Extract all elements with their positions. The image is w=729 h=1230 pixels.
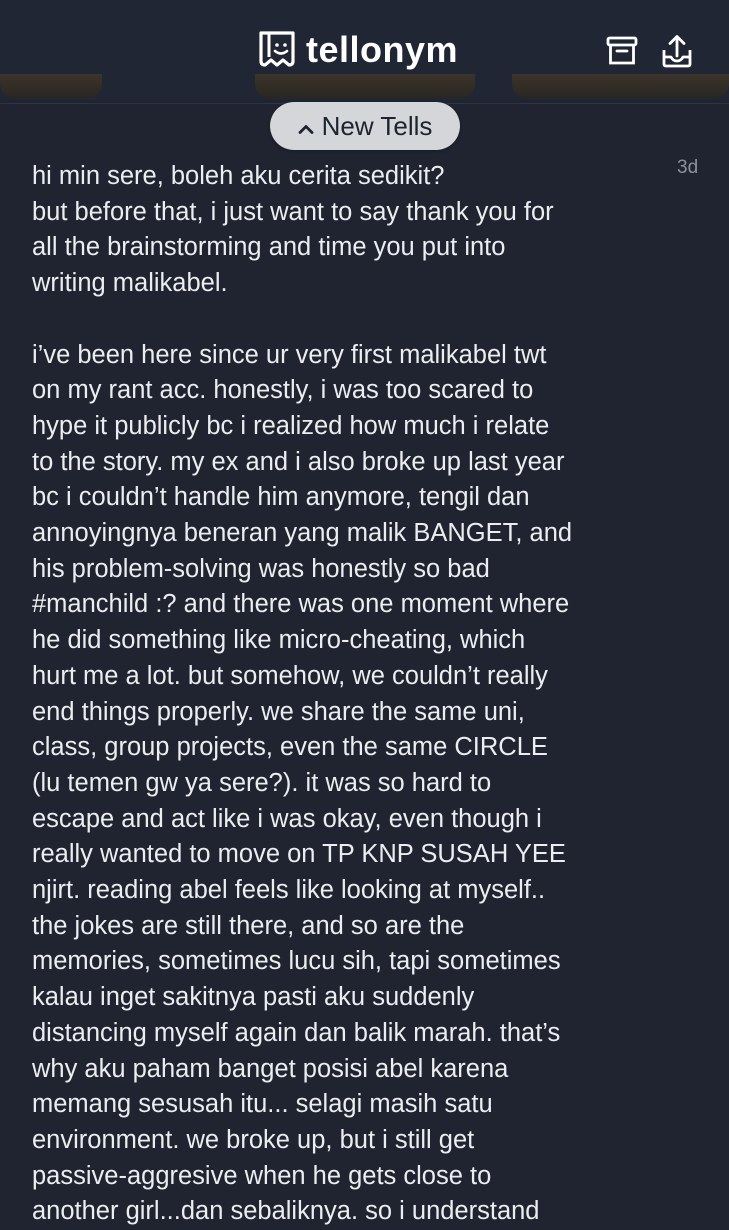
message-line: hi min sere, boleh aku cerita sedikit? [32,159,672,195]
message-line: environment. we broke up, but i still ge… [32,1123,672,1159]
tell-message[interactable]: hi min sere, boleh aku cerita sedikit?bu… [32,159,672,1230]
new-tells-button[interactable]: New Tells [270,102,460,150]
message-line: on my rant acc. honestly, i was too scar… [32,373,672,409]
archive-box-icon[interactable] [606,36,638,71]
message-line: the jokes are still there, and so are th… [32,909,672,945]
app-name: tellonym [306,29,458,71]
message-line: why aku paham banget posisi abel karena [32,1052,672,1088]
message-line: really wanted to move on TP KNP SUSAH YE… [32,837,672,873]
story-thumbnail[interactable] [512,74,729,98]
message-line: kalau inget sakitnya pasti aku suddenly [32,980,672,1016]
tellonym-logo-icon [256,27,298,74]
message-line: distancing myself again dan balik marah.… [32,1016,672,1052]
message-line: bc i couldn’t handle him anymore, tengil… [32,480,672,516]
message-line: hurt me a lot. but somehow, we couldn’t … [32,659,672,695]
chevron-up-icon [298,111,314,142]
message-line: #manchild :? and there was one moment wh… [32,587,672,623]
message-line: he did something like micro-cheating, wh… [32,623,672,659]
message-line: escape and act like i was okay, even tho… [32,802,672,838]
message-line: i’ve been here since ur very first malik… [32,338,672,374]
paragraph-gap [32,302,672,338]
message-line: but before that, i just want to say than… [32,195,672,231]
message-line: (lu temen gw ya sere?). it was so hard t… [32,766,672,802]
message-paragraph: i’ve been here since ur very first malik… [32,338,672,1230]
new-tells-label: New Tells [322,111,433,142]
message-line: passive-aggresive when he gets close to [32,1159,672,1195]
message-paragraph: hi min sere, boleh aku cerita sedikit?bu… [32,159,672,302]
tell-timestamp: 3d [677,157,698,179]
message-line: to the story. my ex and i also broke up … [32,445,672,481]
message-line: memories, sometimes lucu sih, tapi somet… [32,944,672,980]
message-line: all the brainstorming and time you put i… [32,230,672,266]
message-line: his problem-solving was honestly so bad [32,552,672,588]
message-line: class, group projects, even the same CIR… [32,730,672,766]
share-upload-icon[interactable] [661,34,693,73]
message-line: memang sesusah itu... selagi masih satu [32,1087,672,1123]
message-line: annoyingnya beneran yang malik BANGET, a… [32,516,672,552]
story-thumbnail[interactable] [0,74,102,98]
message-line: writing malikabel. [32,266,672,302]
story-thumbnail[interactable] [255,74,475,98]
app-header: tellonym [0,0,729,100]
message-line: hype it publicly bc i realized how much … [32,409,672,445]
app-logo[interactable]: tellonym [256,26,458,74]
message-line: end things properly. we share the same u… [32,695,672,731]
message-line: njirt. reading abel feels like looking a… [32,873,672,909]
